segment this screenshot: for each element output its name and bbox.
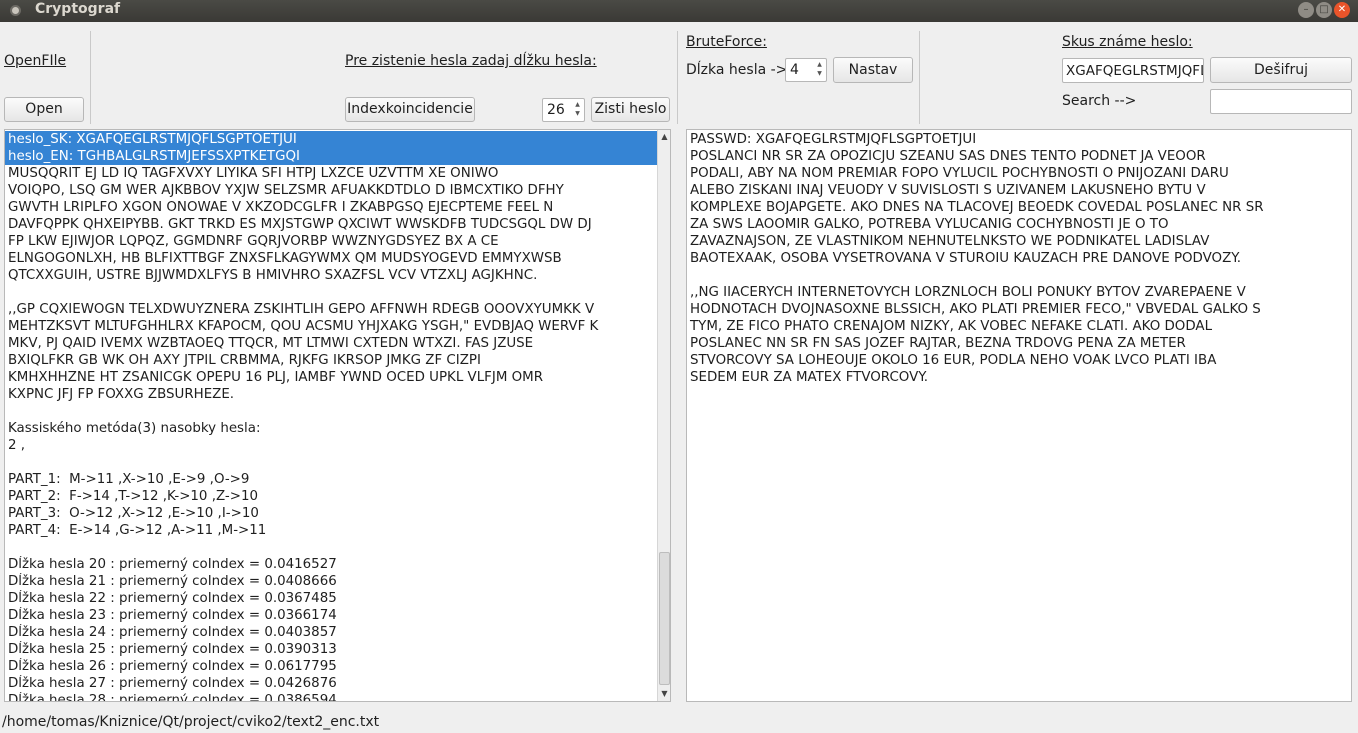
ciphertext-line: PART_2: F->14 ,T->12 ,K->10 ,Z->10 [8, 489, 258, 504]
scroll-thumb[interactable] [659, 552, 670, 685]
ciphertext-line: QTCXXGUIH, USTRE BJJWMDXLFYS B HMIVHRO S… [8, 268, 538, 283]
plaintext-line [687, 267, 1351, 284]
minimize-button[interactable]: – [1298, 2, 1314, 18]
scroll-up-icon[interactable]: ▲ [658, 130, 670, 143]
ciphertext-line: KXPNC JFJ FP FOXXG ZBSURHEZE. [8, 387, 235, 402]
plaintext-line: KOMPLEXE BOJAPGETE. AKO DNES NA TLACOVEJ… [690, 200, 1264, 215]
bruteforce-length-label: Dĺzka hesla -> [686, 62, 788, 78]
ciphertext-line: Dĺžka hesla 23 : priemerný coIndex = 0.0… [8, 608, 337, 623]
ciphertext-line: FP LKW EJIWJOR LQPQZ, GGMDNRF GQRJVORBP … [8, 234, 499, 249]
scroll-down-icon[interactable]: ▼ [658, 687, 670, 700]
find-password-button[interactable]: Zisti heslo [591, 97, 670, 122]
plaintext-line: HODNOTACH DVOJNASOXNE BLSSICH, AKO PLATI… [690, 302, 1261, 317]
spin-arrows-icon[interactable]: ▲ ▼ [814, 60, 825, 80]
plaintext-area[interactable]: PASSWD: XGAFQEGLRSTMJQFLSGPTOETJUI POSLAN… [686, 129, 1352, 702]
plaintext-line: PODALI, ABY NA NOM PREMIAR FOPO VYLUCIL … [690, 166, 1229, 181]
ciphertext-line: heslo_EN: TGHBALGLRSTMJEFSSXPTKETGQI [5, 148, 657, 165]
ciphertext-line: MUSQQRIT EJ LD IQ TAGFXVXY LIYIKA SFI HT… [8, 166, 499, 181]
ciphertext-line: Dĺžka hesla 24 : priemerný coIndex = 0.0… [8, 625, 337, 640]
plaintext-line: TYM, ZE FICO PHATO CRENAJOM NIZKY, AK VO… [690, 319, 1213, 334]
openfile-label: OpenFIle [4, 53, 67, 69]
ciphertext-area[interactable]: heslo_SK: XGAFQEGLRSTMJQFLSGPTOETJUI hesl… [4, 129, 671, 702]
ciphertext-line: Dĺžka hesla 25 : priemerný coIndex = 0.0… [8, 642, 337, 657]
bruteforce-length-value: 4 [790, 62, 799, 78]
index-coincidence-button[interactable]: Indexkoincidencie [345, 97, 475, 122]
ciphertext-line: heslo_SK: XGAFQEGLRSTMJQFLSGPTOETJUI [5, 131, 657, 148]
ciphertext-line: PART_3: O->12 ,X->12 ,E->10 ,I->10 [8, 506, 259, 521]
ciphertext-line: GWVTH LRIPLFO XGON ONOWAE V XKZODCGLFR I… [8, 200, 554, 215]
ciphertext-line: VOIQPO, LSQ GM WER AJKBBOV YXJW SELZSMR … [8, 183, 564, 198]
plaintext-line: ZAVAZNAJSON, ZE VLASTNIKOM NEHNUTELNKSTO… [690, 234, 1210, 249]
plaintext-line: STVORCOVY SA LOHEOUJE OKOLO 16 EUR, PODL… [690, 353, 1217, 368]
password-length-hint: Pre zistenie hesla zadaj dĺžku hesla: [345, 53, 597, 69]
plaintext-line: BAOTEXAAK, OSOBA VYSETROVANA V STUROIU K… [690, 251, 1241, 266]
title-bar: Cryptograf – □ ✕ [0, 0, 1358, 22]
ciphertext-line: MEHTZKSVT MLTUFGHHLRX KFAPOCM, QOU ACSMU… [8, 319, 599, 334]
ciphertext-line: Dĺžka hesla 22 : priemerný coIndex = 0.0… [8, 591, 337, 606]
divider [919, 31, 920, 124]
plaintext-line: SEDEM EUR ZA MATEX FTVORCOVY. [690, 370, 928, 385]
bruteforce-length-spinbox[interactable]: 4 ▲ ▼ [785, 58, 827, 82]
ciphertext-line: ,,GP CQXIEWOGN TELXDWUYZNERA ZSKIHTLIH G… [8, 302, 595, 317]
ciphertext-line: Dĺžka hesla 26 : priemerný coIndex = 0.0… [8, 659, 337, 674]
ciphertext-line: PART_1: M->11 ,X->10 ,E->9 ,O->9 [8, 472, 250, 487]
plaintext-line: POSLANCI NR SR ZA OPOZICJU SZEANU SAS DN… [690, 149, 1206, 164]
ciphertext-line: KMHXHHZNE HT ZSANICGK OPEPU 16 PLJ, IAMB… [8, 370, 544, 385]
plaintext-line: ZA SWS LAOOMIR GALKO, POTREBA VYLUCANIG … [690, 217, 1169, 232]
app-icon [10, 5, 21, 16]
search-input[interactable] [1210, 89, 1352, 114]
ciphertext-line: Dĺžka hesla 27 : priemerný coIndex = 0.0… [8, 676, 337, 691]
ciphertext-line: 2 , [8, 438, 26, 453]
ciphertext-line [5, 454, 657, 471]
plaintext-line: ALEBO ZISKANI INAJ VEUODY V SUVISLOSTI S… [690, 183, 1206, 198]
search-label: Search --> [1062, 93, 1137, 109]
ciphertext-line: Dĺžka hesla 28 : priemerný coIndex = 0.0… [8, 693, 337, 702]
plaintext-line: PASSWD: XGAFQEGLRSTMJQFLSGPTOETJUI [690, 132, 977, 147]
decrypt-button[interactable]: Dešifruj [1210, 57, 1352, 83]
divider [677, 31, 678, 124]
ciphertext-line: MKV, PJ QAID IVEMX WZBTAOEQ TTQCR, MT LT… [8, 336, 534, 351]
ciphertext-line: Dĺžka hesla 21 : priemerný coIndex = 0.0… [8, 574, 337, 589]
ciphertext-line: BXIQLFKR GB WK OH AXY JTPIL CRBMMA, RJKF… [8, 353, 481, 368]
plaintext-line: ,,NG IIACERYCH INTERNETOVYCH LORZNLOCH B… [690, 285, 1246, 300]
ciphertext-line [5, 284, 657, 301]
plaintext-line: POSLANEC NN SR FN SAS JOZEF RAJTAR, BEZN… [690, 336, 1186, 351]
ciphertext-line: ELNGOGONLXH, HB BLFIXTTBGF ZNXSFLKAGYWMX… [8, 251, 562, 266]
open-button[interactable]: Open [4, 97, 84, 122]
ciphertext-line: Kassiského metóda(3) nasobky hesla: [8, 421, 261, 436]
ciphertext-line: Dĺžka hesla 20 : priemerný coIndex = 0.0… [8, 557, 337, 572]
length-spinbox-value: 26 [547, 102, 565, 118]
divider [90, 31, 91, 124]
bruteforce-label: BruteForce: [686, 34, 767, 50]
window-title: Cryptograf [35, 1, 121, 17]
ciphertext-line [5, 539, 657, 556]
ciphertext-line: PART_4: E->14 ,G->12 ,A->11 ,M->11 [8, 523, 267, 538]
length-spinbox[interactable]: 26 ▲ ▼ [542, 98, 585, 122]
nastav-button[interactable]: Nastav [833, 57, 913, 83]
spin-arrows-icon[interactable]: ▲ ▼ [572, 100, 583, 120]
status-file-path: /home/tomas/Kniznice/Qt/project/cviko2/t… [2, 714, 380, 730]
close-button[interactable]: ✕ [1334, 2, 1350, 18]
ciphertext-line [5, 403, 657, 420]
ciphertext-line: DAVFQPPK QHXEIPYBB. GKT TRKD ES MXJSTGWP… [8, 217, 592, 232]
known-password-label: Skus známe heslo: [1062, 34, 1193, 50]
password-input[interactable]: XGAFQEGLRSTMJQFLSGPTOETJUI [1062, 58, 1204, 83]
maximize-button[interactable]: □ [1316, 2, 1332, 18]
vertical-scrollbar[interactable]: ▲ ▼ [657, 130, 670, 701]
